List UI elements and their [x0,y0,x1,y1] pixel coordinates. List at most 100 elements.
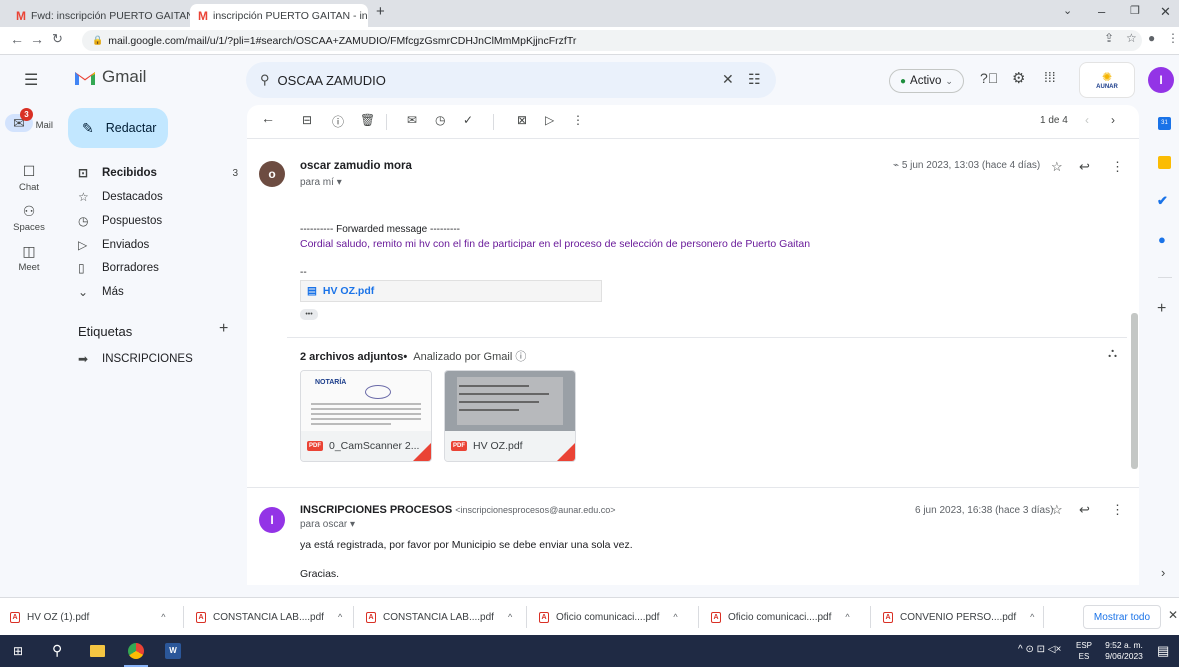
chevron-up-icon[interactable]: ^ [1030,612,1034,622]
add-label-icon[interactable]: + [219,320,228,338]
scrollbar-thumb[interactable] [1131,313,1138,469]
word-icon[interactable]: W [165,643,181,659]
language-indicator[interactable]: ESP ES [1076,640,1092,662]
show-trimmed-button[interactable]: ••• [300,309,318,320]
chevron-up-icon[interactable]: ^ [338,612,342,622]
mark-unread-icon[interactable]: ✉ [407,113,417,127]
browser-tab[interactable]: M Fwd: inscripción PUERTO GAITAN ✕ [8,4,196,27]
chevron-up-icon[interactable]: ^ [845,612,849,622]
share-icon[interactable]: ⇪ [1104,31,1114,45]
forward-icon[interactable]: → [30,31,44,47]
recipient-line[interactable]: para mí ▾ [300,177,342,188]
download-item[interactable]: A CONSTANCIA LAB....pdf ^ [196,607,342,627]
tasks-icon[interactable]: ✔ [1157,193,1168,209]
nav-item-snoozed[interactable]: ◷ Pospuestos [78,210,238,232]
add-to-drive-icon[interactable]: ⛬ [1108,345,1117,361]
delete-icon[interactable]: 🗑 [360,113,375,127]
download-item[interactable]: A CONSTANCIA LAB....pdf ^ [366,607,512,627]
label-item-inscripciones[interactable]: ➡ INSCRIPCIONES [78,348,238,370]
contacts-icon[interactable]: ● [1158,232,1166,247]
nav-item-drafts[interactable]: ▯ Borradores [78,257,238,279]
close-downloads-icon[interactable]: ✕ [1168,608,1178,622]
compose-button[interactable]: ✎ Redactar [68,108,168,148]
sender-line[interactable]: INSCRIPCIONES PROCESOS <inscripcionespro… [300,504,616,516]
settings-gear-icon[interactable]: ⚙ [1012,69,1025,87]
url-field[interactable]: 🔒 mail.google.com/mail/u/1/?pli=1#search… [82,30,1142,51]
inline-file-chip[interactable]: ▤ HV OZ.pdf [300,280,602,302]
restore-icon[interactable]: ❐ [1130,4,1140,17]
show-side-panel-icon[interactable]: › [1161,565,1165,580]
star-icon[interactable]: ☆ [1051,159,1063,175]
rail-meet[interactable]: ◫ Meet [0,243,58,273]
download-item[interactable]: A Oficio comunicaci....pdf ^ [539,607,678,627]
reply-icon[interactable]: ↩ [1079,502,1090,518]
add-addon-icon[interactable]: + [1157,300,1166,318]
search-icon[interactable]: ⚲ [260,72,270,88]
nav-item-more[interactable]: ⌄ Más [78,281,238,303]
more-actions-icon[interactable]: ⋮ [572,113,584,127]
rail-chat[interactable]: ☐ Chat [0,163,58,193]
sender-avatar[interactable]: o [259,161,285,187]
profile-icon[interactable]: ● [1148,31,1155,45]
chevron-up-icon[interactable]: ^ [508,612,512,622]
recipient-line[interactable]: para oscar ▾ [300,519,355,530]
apps-grid-icon[interactable]: ⁞⁞⁞ [1044,69,1056,85]
download-item[interactable]: A CONVENIO PERSO....pdf ^ [883,607,1034,627]
download-item[interactable]: A Oficio comunicaci....pdf ^ [711,607,850,627]
browser-tab-active[interactable]: M inscripción PUERTO GAITAN - ins ✕ [190,4,368,27]
archive-icon[interactable]: ⊟ [302,113,312,127]
attachment-card[interactable]: NOTARÍA PDF 0_CamScanner 2... [300,370,432,462]
nav-item-sent[interactable]: ▷ Enviados [78,234,238,256]
file-explorer-icon[interactable] [90,645,105,657]
account-avatar[interactable]: I [1148,67,1174,93]
add-task-icon[interactable]: ✓ [463,113,473,127]
help-icon[interactable]: ?⃝ [980,70,998,86]
rail-mail[interactable]: ✉ 3 Mail [0,108,58,134]
show-all-downloads-button[interactable]: Mostrar todo [1083,605,1161,629]
attachment-card[interactable]: PDF HV OZ.pdf [444,370,576,462]
new-tab-button[interactable]: + [376,3,385,20]
minimize-icon[interactable]: – [1098,4,1105,19]
more-icon[interactable]: ⋮ [1111,159,1124,175]
sender-avatar[interactable]: I [259,507,285,533]
search-options-icon[interactable]: ☷ [748,71,761,88]
download-item[interactable]: A HV OZ (1).pdf ^ [10,607,165,627]
system-tray-icons[interactable]: ^ ⊙ ⊡ ◁× [1018,644,1061,655]
org-badge[interactable]: ✺ AUNAR [1079,62,1135,98]
browser-menu-icon[interactable]: ⋮ [1167,31,1179,45]
more-icon[interactable]: ⋮ [1111,502,1124,518]
rail-spaces[interactable]: ⚇ Spaces [0,203,58,233]
reply-icon[interactable]: ↩ [1079,159,1090,175]
move-to-icon[interactable]: ⊠ [517,113,527,127]
chevron-up-icon[interactable]: ^ [161,612,165,622]
nav-item-starred[interactable]: ☆ Destacados [78,186,238,208]
main-menu-icon[interactable]: ☰ [24,70,38,90]
back-to-list-icon[interactable]: ← [261,110,275,126]
back-icon[interactable]: ← [10,31,24,47]
attachment-name: PDF HV OZ.pdf [445,431,575,461]
tab-search-icon[interactable]: ⌄ [1063,4,1072,17]
sender-name[interactable]: oscar zamudio mora [300,160,412,172]
windows-start-icon[interactable]: ⊞ [13,644,23,658]
calendar-icon[interactable]: 31 [1158,117,1171,130]
labels-icon[interactable]: ▷ [545,113,554,127]
clock[interactable]: 9:52 a. m. 9/06/2023 [1102,640,1146,662]
star-icon[interactable]: ☆ [1051,502,1063,518]
keep-icon[interactable] [1158,156,1171,169]
search-icon[interactable]: ⚲ [52,642,62,659]
status-selector[interactable]: ● Activo ⌄ [889,69,964,93]
notifications-icon[interactable]: ▤ [1157,643,1169,659]
report-spam-icon[interactable]: ⓘ [332,113,344,130]
chrome-icon[interactable] [128,643,144,659]
search-input[interactable]: ⚲ OSCAA ZAMUDIO ✕ ☷ [246,62,776,98]
older-icon[interactable]: › [1111,113,1115,127]
nav-item-inbox[interactable]: ⊡ Recibidos 3 [78,162,238,184]
gmail-logo[interactable]: Gmail [74,67,146,87]
close-window-icon[interactable]: ✕ [1160,4,1171,20]
snooze-icon[interactable]: ◷ [435,113,445,127]
reload-icon[interactable]: ↻ [52,31,63,47]
bookmark-star-icon[interactable]: ☆ [1126,31,1137,45]
chevron-up-icon[interactable]: ^ [673,612,677,622]
clear-search-icon[interactable]: ✕ [722,71,734,88]
newer-icon[interactable]: ‹ [1085,113,1089,127]
